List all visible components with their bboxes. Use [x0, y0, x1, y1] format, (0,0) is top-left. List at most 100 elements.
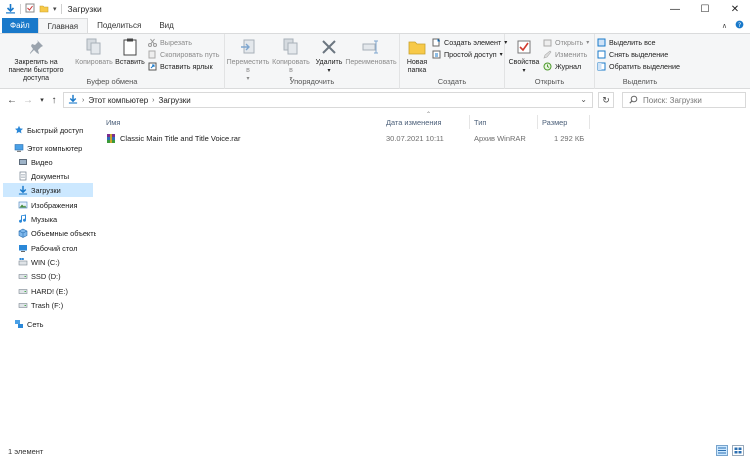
select-all-label: Выделить все [609, 38, 656, 47]
open-icon [543, 38, 552, 47]
nav-item-drive-f[interactable]: Trash (F:) [18, 298, 108, 312]
properties-button[interactable]: Свойства ▾ [508, 37, 540, 75]
select-none-button[interactable]: Снять выделение [597, 50, 668, 59]
column-header-type[interactable]: Тип [470, 115, 538, 129]
nav-item-network[interactable]: Сеть [14, 317, 104, 331]
file-size-cell: 1 292 КБ [554, 133, 585, 143]
recent-locations-button[interactable]: ▾ [36, 93, 48, 107]
nav-item-documents[interactable]: Документы [18, 169, 108, 183]
edit-button[interactable]: Изменить [543, 50, 587, 59]
nav-item-3d-objects[interactable]: Объемные объекты [18, 226, 108, 240]
refresh-button[interactable]: ↻ [598, 92, 614, 108]
tab-share[interactable]: Поделиться [88, 18, 150, 33]
nav-item-this-pc[interactable]: Этот компьютер [14, 141, 104, 155]
breadcrumb-downloads[interactable]: Загрузки [159, 96, 191, 105]
copy-label: Копировать [75, 59, 113, 66]
large-icons-view-button[interactable] [732, 445, 744, 456]
move-to-label: Переместить в [226, 59, 270, 74]
search-placeholder: Поиск: Загрузки [643, 95, 702, 105]
group-label-open: Открыть [534, 77, 565, 86]
item-count: 1 элемент [8, 446, 44, 456]
drive-icon [18, 303, 28, 308]
drive-icon [18, 274, 28, 279]
table-row[interactable]: Classic Main Title and Title Voice.rar 3… [102, 131, 584, 145]
history-button[interactable]: Журнал [543, 62, 581, 71]
details-view-button[interactable] [716, 445, 728, 456]
search-input[interactable]: Поиск: Загрузки [622, 92, 746, 108]
nav-item-desktop[interactable]: Рабочий стол [18, 241, 108, 255]
tab-view[interactable]: Вид [150, 18, 182, 33]
scissors-icon [148, 38, 157, 47]
nav-item-drive-d[interactable]: SSD (D:) [18, 269, 108, 283]
easy-access-chevron-icon: ▾ [499, 52, 503, 58]
history-label: Журнал [555, 62, 582, 71]
column-header-name[interactable]: Имя [102, 115, 382, 129]
column-header-size[interactable]: Размер [538, 115, 590, 129]
properties-icon[interactable] [25, 3, 35, 15]
details-view-icon [718, 447, 726, 454]
window-title: Загрузки [67, 4, 102, 14]
move-to-icon [238, 37, 258, 57]
new-folder-icon[interactable] [39, 3, 49, 15]
system-drive-icon [18, 258, 28, 266]
3d-objects-icon [18, 228, 28, 238]
paste-shortcut-icon [148, 62, 157, 71]
paste-shortcut-button[interactable]: Вставить ярлык [148, 62, 213, 71]
invert-selection-button[interactable]: Обратить выделение [597, 62, 680, 71]
star-icon [15, 125, 23, 134]
breadcrumb-this-pc[interactable]: Этот компьютер [88, 96, 148, 105]
tab-home[interactable]: Главная [37, 18, 89, 33]
invert-selection-label: Обратить выделение [609, 62, 680, 71]
properties-big-icon [514, 37, 534, 57]
select-all-button[interactable]: Выделить все [597, 38, 655, 47]
paste-button[interactable]: Вставить [114, 37, 146, 67]
group-select: Выделить все Снять выделение Обратить вы… [595, 34, 685, 89]
cut-button[interactable]: Вырезать [148, 38, 192, 47]
nav-item-drive-c[interactable]: WIN (C:) [18, 255, 108, 269]
invert-selection-icon [597, 62, 606, 71]
history-icon [543, 62, 552, 71]
rename-button[interactable]: Переименовать [345, 37, 397, 67]
nav-item-downloads[interactable]: Загрузки [3, 183, 93, 197]
copy-button[interactable]: Копировать [74, 37, 114, 67]
copy-path-button[interactable]: Скопировать путь [148, 50, 219, 59]
open-button[interactable]: Открыть ▾ [543, 38, 589, 47]
easy-access-button[interactable]: Простой доступ ▾ [432, 50, 503, 59]
copy-path-icon [148, 50, 157, 59]
close-button[interactable]: ✕ [720, 0, 750, 18]
nav-item-images[interactable]: Изображения [18, 198, 108, 212]
nav-item-quick-access[interactable]: Быстрый доступ [14, 123, 104, 137]
group-organize: Переместить в ▾ Копировать в ▾ Удалить ▾… [225, 34, 400, 89]
new-item-button[interactable]: Создать элемент ▾ [432, 38, 507, 47]
rar-archive-icon [106, 133, 116, 144]
open-chevron-icon: ▾ [586, 40, 590, 46]
paste-icon [120, 37, 140, 57]
nav-item-music[interactable]: Музыка [18, 212, 108, 226]
maximize-button[interactable]: ☐ [690, 0, 720, 18]
group-label-organize: Упорядочить [289, 77, 335, 86]
new-folder-button[interactable]: Новая папка [403, 37, 431, 75]
forward-button[interactable]: → [22, 93, 34, 107]
address-dropdown-icon[interactable]: ⌄ [580, 95, 587, 104]
video-icon [19, 159, 27, 165]
file-type-cell: Архив WinRAR [474, 133, 526, 143]
select-none-icon [597, 50, 606, 59]
help-icon[interactable]: ? [735, 20, 744, 31]
properties-chevron-icon: ▾ [522, 68, 526, 74]
edit-label: Изменить [555, 50, 588, 59]
download-folder-icon [5, 3, 16, 16]
group-label-create: Создать [437, 77, 467, 86]
up-button[interactable]: ↑ [48, 93, 60, 107]
address-bar[interactable]: › Этот компьютер › Загрузки ⌄ [63, 92, 593, 108]
tab-file[interactable]: Файл [2, 18, 38, 33]
collapse-ribbon-icon[interactable]: ∧ [722, 22, 727, 30]
delete-button[interactable]: Удалить ▾ [313, 37, 345, 75]
nav-item-drive-e[interactable]: HARD! (E:) [18, 284, 108, 298]
large-icons-view-icon [734, 447, 742, 454]
refresh-icon: ↻ [602, 94, 610, 105]
minimize-button[interactable]: — [660, 0, 690, 18]
paste-label: Вставить [115, 59, 145, 66]
nav-item-video[interactable]: Видео [18, 155, 108, 169]
back-button[interactable]: ← [6, 93, 18, 107]
qa-dropdown-icon[interactable]: ▾ [53, 5, 57, 13]
